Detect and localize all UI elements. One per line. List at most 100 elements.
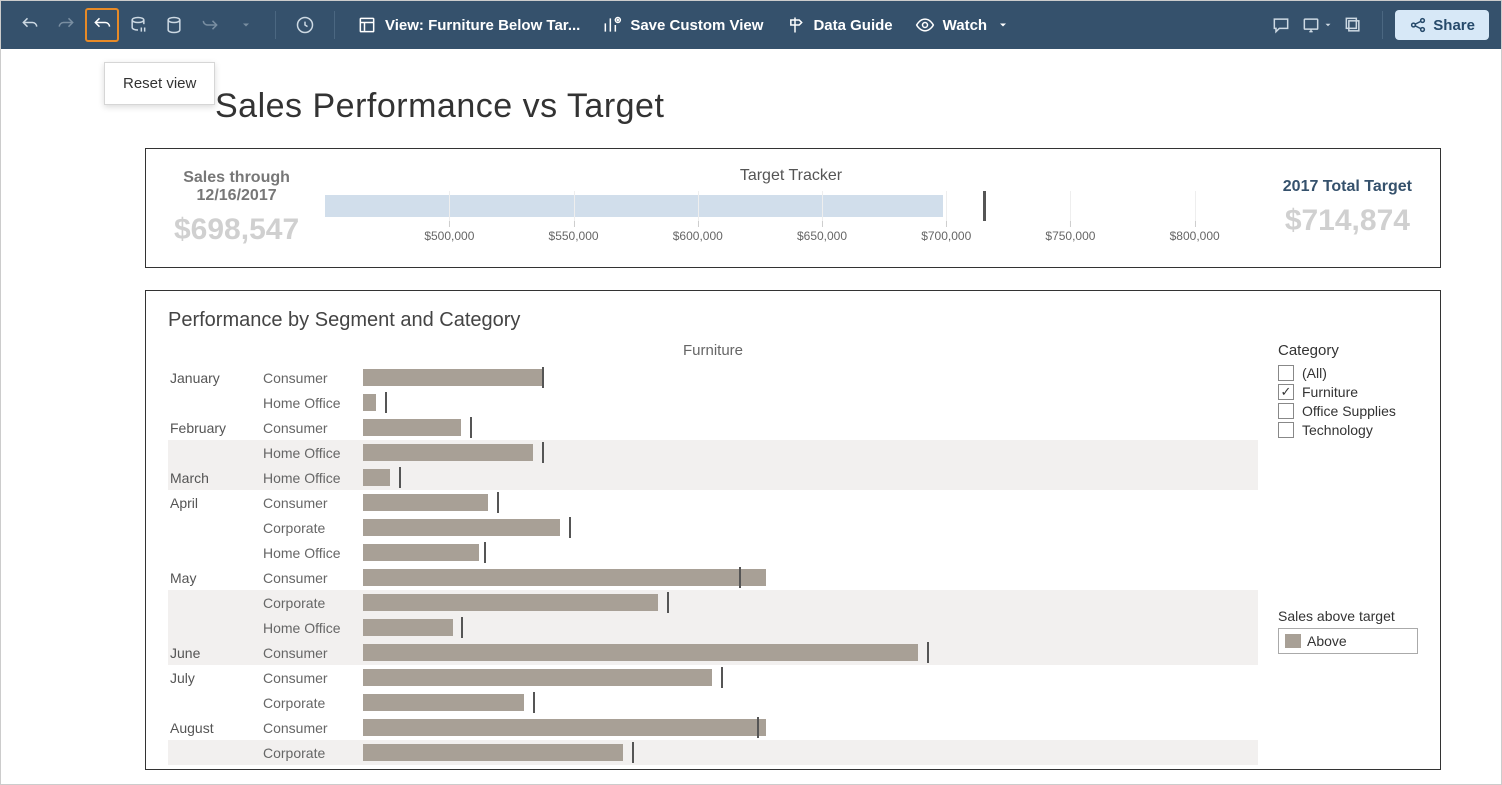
performance-row[interactable]: MayConsumer [168,565,1258,590]
total-target-value: $714,874 [1283,204,1412,238]
segment-label: Corporate [263,595,363,611]
performance-sidebar: Category (All)✓FurnitureOffice SuppliesT… [1258,342,1418,765]
checkbox[interactable] [1278,403,1294,419]
tracker-bar [325,195,942,217]
performance-row[interactable]: JanuaryConsumer [168,365,1258,390]
segment-label: Consumer [263,670,363,686]
segment-label: Consumer [263,570,363,586]
sales-through-label-1: Sales through [174,169,299,187]
performance-title: Performance by Segment and Category [168,309,1418,332]
segment-label: Home Office [263,545,363,561]
target-mark [542,367,544,388]
performance-row[interactable]: FebruaryConsumer [168,415,1258,440]
dropdown-caret-button[interactable] [229,8,263,42]
view-selector-button[interactable]: View: Furniture Below Tar... [347,9,590,41]
dashboard-body: Sales Performance vs Target Sales throug… [1,49,1501,770]
performance-chart[interactable]: Furniture JanuaryConsumerHome OfficeFebr… [168,342,1258,765]
month-label: June [168,645,263,661]
value-bar [363,694,524,711]
fullscreen-button[interactable] [1336,8,1370,42]
share-button[interactable]: Share [1395,10,1489,40]
performance-row[interactable]: Home Office [168,390,1258,415]
segment-label: Corporate [263,520,363,536]
bar-cell [363,640,1258,665]
toolbar-separator [275,11,276,39]
category-filter-item[interactable]: (All) [1278,365,1418,381]
tracker-target-mark [983,191,986,221]
legend-box[interactable]: Above [1278,628,1418,654]
category-filter-item[interactable]: Technology [1278,422,1418,438]
target-mark [569,517,571,538]
chart-save-icon [602,15,622,35]
tracker-chart[interactable]: Target Tracker $500,000$550,000$600,000$… [325,167,1257,249]
target-mark [721,667,723,688]
data-guide-button[interactable]: Data Guide [775,9,902,41]
bar-cell [363,465,1258,490]
eye-icon [915,15,935,35]
tracker-axis-tick: $750,000 [1045,229,1095,243]
target-mark [739,567,741,588]
performance-row[interactable]: Home Office [168,615,1258,640]
pause-data-button[interactable] [121,8,155,42]
segment-label: Home Office [263,620,363,636]
redo-button[interactable] [49,8,83,42]
target-mark [385,392,387,413]
watch-label: Watch [943,17,987,34]
chevron-down-icon [997,19,1009,31]
share-label: Share [1433,17,1475,34]
performance-row[interactable]: AugustConsumer [168,715,1258,740]
download-menu-button[interactable] [1300,8,1334,42]
performance-row[interactable]: MarchHome Office [168,465,1258,490]
bar-cell [363,490,1258,515]
performance-row[interactable]: Corporate [168,690,1258,715]
bar-cell [363,415,1258,440]
performance-row[interactable]: JulyConsumer [168,665,1258,690]
sales-through-value: $698,547 [174,213,299,247]
value-bar [363,619,453,636]
target-mark [497,492,499,513]
filter-label: (All) [1302,365,1327,381]
tracker-right: 2017 Total Target $714,874 [1283,178,1412,238]
target-mark [757,717,759,738]
segment-label: Consumer [263,370,363,386]
checkbox[interactable]: ✓ [1278,384,1294,400]
target-mark [470,417,472,438]
performance-row[interactable]: Home Office [168,440,1258,465]
segment-label: Consumer [263,495,363,511]
refresh-data-button[interactable] [157,8,191,42]
filter-label: Office Supplies [1302,403,1396,419]
category-filter-item[interactable]: Office Supplies [1278,403,1418,419]
month-label: May [168,570,263,586]
reset-view-button[interactable] [85,8,119,42]
performance-button[interactable] [288,8,322,42]
watch-button[interactable]: Watch [905,9,1019,41]
performance-panel: Performance by Segment and Category Furn… [145,290,1441,770]
performance-row[interactable]: Corporate [168,740,1258,765]
value-bar [363,469,390,486]
checkbox[interactable] [1278,365,1294,381]
undo-button[interactable] [13,8,47,42]
save-custom-view-button[interactable]: Save Custom View [592,9,773,41]
performance-row[interactable]: Home Office [168,540,1258,565]
checkbox[interactable] [1278,422,1294,438]
bar-cell [363,540,1258,565]
tracker-axis-tick: $800,000 [1170,229,1220,243]
comments-button[interactable] [1264,8,1298,42]
target-mark [461,617,463,638]
performance-row[interactable]: JuneConsumer [168,640,1258,665]
legend-title: Sales above target [1278,608,1418,624]
segment-label: Home Office [263,445,363,461]
bar-cell [363,390,1258,415]
performance-row[interactable]: Corporate [168,590,1258,615]
app-toolbar: View: Furniture Below Tar... Save Custom… [1,1,1501,49]
category-filter-item[interactable]: ✓Furniture [1278,384,1418,400]
toolbar-separator [334,11,335,39]
performance-row[interactable]: AprilConsumer [168,490,1258,515]
bar-cell [363,365,1258,390]
performance-row[interactable]: Corporate [168,515,1258,540]
month-label: April [168,495,263,511]
tracker-axis-tick: $600,000 [673,229,723,243]
tracker-axis-tick: $550,000 [549,229,599,243]
target-mark [533,692,535,713]
replay-button[interactable] [193,8,227,42]
